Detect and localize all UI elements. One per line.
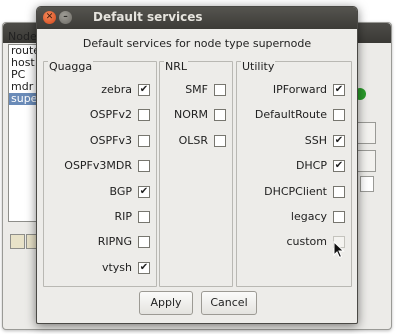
service-checkbox[interactable] [138, 160, 150, 173]
service-label: zebra [101, 83, 132, 96]
cancel-button[interactable]: Cancel [201, 291, 257, 315]
background-button[interactable] [356, 122, 376, 144]
service-label: DefaultRoute [254, 108, 327, 122]
service-checkbox[interactable] [138, 211, 150, 223]
dialog-heading: Default services for node type supernode [82, 37, 312, 50]
background-entry[interactable] [360, 176, 374, 192]
service-checkbox[interactable]: ✔ [138, 261, 150, 274]
service-row-defaultroute[interactable]: DefaultRoute [237, 108, 351, 122]
service-row-ospfv3mdr[interactable]: OSPFv3MDR [44, 159, 156, 173]
group-title: Utility [241, 60, 276, 73]
service-row-smf[interactable]: SMF [160, 83, 232, 97]
service-row-ripng[interactable]: RIPNG [44, 235, 156, 249]
service-label: OSPFv3MDR [64, 159, 132, 173]
service-checkbox[interactable] [138, 134, 150, 147]
service-checkbox[interactable] [214, 109, 226, 122]
service-row-ssh[interactable]: SSH ✔ [237, 134, 351, 148]
service-row-dhcpclient[interactable]: DHCPClient [237, 185, 351, 199]
service-checkbox[interactable]: ✔ [138, 185, 150, 198]
nrl-group: NRL SMF NORM OLSR [159, 60, 233, 287]
minimize-icon[interactable]: – [59, 11, 72, 24]
service-label: legacy [290, 210, 327, 223]
dialog-titlebar: ✕ – Default services [37, 7, 357, 29]
service-checkbox[interactable]: ✔ [138, 84, 150, 96]
nodes-label: Node [8, 30, 37, 43]
service-checkbox[interactable] [138, 236, 150, 249]
service-row-ipforward[interactable]: IPForward ✔ [237, 83, 351, 97]
service-row-zebra[interactable]: zebra ✔ [44, 83, 156, 97]
service-row-dhcp[interactable]: DHCP ✔ [237, 159, 351, 173]
service-label: DHCPClient [264, 184, 327, 198]
default-services-dialog: ✕ – Default services Default services fo… [36, 6, 358, 324]
service-row-ospfv2[interactable]: OSPFv2 [44, 108, 156, 122]
service-label: SMF [185, 83, 208, 96]
group-title: NRL [164, 60, 188, 73]
service-row-bgp[interactable]: BGP ✔ [44, 185, 156, 199]
service-label: custom [286, 235, 327, 249]
dialog-title: Default services [93, 10, 203, 24]
service-label: OSPFv2 [89, 108, 132, 122]
service-checkbox[interactable] [138, 109, 150, 122]
service-label: OSPFv3 [89, 133, 132, 147]
group-title: Quagga [48, 60, 94, 73]
mouse-pointer-icon [333, 241, 345, 259]
service-label: DHCP [295, 159, 327, 173]
service-row-olsr[interactable]: OLSR [160, 134, 232, 148]
service-label: BGP [109, 184, 132, 198]
node-icon-button[interactable] [10, 234, 25, 249]
service-checkbox[interactable] [333, 185, 345, 198]
service-label: vtysh [101, 260, 132, 274]
service-label: RIPNG [97, 235, 132, 249]
service-row-vtysh[interactable]: vtysh ✔ [44, 261, 156, 275]
service-label: OLSR [178, 133, 208, 147]
service-row-legacy[interactable]: legacy [237, 210, 351, 224]
service-label: NORM [173, 108, 208, 122]
service-label: RIP [114, 210, 132, 223]
service-row-ospfv3[interactable]: OSPFv3 [44, 134, 156, 148]
service-row-norm[interactable]: NORM [160, 108, 232, 122]
service-checkbox[interactable] [214, 134, 226, 147]
service-checkbox[interactable]: ✔ [333, 84, 345, 96]
apply-button[interactable]: Apply [139, 291, 193, 315]
quagga-group: Quagga zebra ✔ OSPFv2 OSPFv3 OSPFv3MDR BGP ✔ RI… [43, 60, 157, 287]
service-label: SSH [304, 133, 327, 147]
service-checkbox[interactable]: ✔ [333, 160, 345, 173]
service-checkbox[interactable] [333, 109, 345, 122]
service-checkbox[interactable]: ✔ [333, 134, 345, 147]
service-row-rip[interactable]: RIP [44, 210, 156, 224]
service-checkbox[interactable] [333, 211, 345, 223]
service-label: IPForward [272, 83, 327, 96]
close-icon[interactable]: ✕ [43, 11, 56, 24]
background-button[interactable] [356, 150, 376, 172]
service-checkbox[interactable] [214, 84, 226, 96]
